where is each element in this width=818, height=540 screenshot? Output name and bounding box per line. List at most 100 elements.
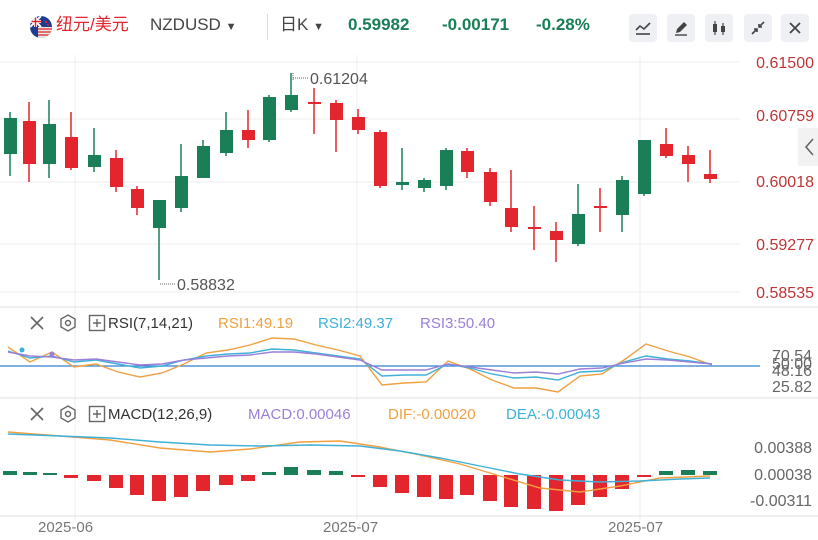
price-axis-label: 0.61500 xyxy=(756,55,814,72)
candle-body xyxy=(153,200,166,228)
macd-bar xyxy=(703,471,717,475)
rsi-line xyxy=(7,337,713,393)
plus-box-icon xyxy=(88,314,106,332)
candles xyxy=(4,73,717,280)
macd-bar xyxy=(43,473,57,475)
price-axis-label: 0.60759 xyxy=(756,108,814,125)
price-chart[interactable]: 0.61204 0.58832 0.61500 0.60759 0.60018 … xyxy=(0,0,818,540)
candle-body xyxy=(285,95,298,110)
low-price-label: 0.58832 xyxy=(177,277,235,294)
candle-body xyxy=(197,146,210,178)
macd-bar xyxy=(3,471,17,475)
candle-body xyxy=(616,180,629,215)
macd-bar xyxy=(219,475,233,485)
candle-body xyxy=(330,103,343,120)
price-axis-label: 0.59277 xyxy=(756,237,814,254)
macd-bar xyxy=(87,475,101,481)
dif-value: DIF:-0.00020 xyxy=(388,406,476,423)
macd-axis: 0.00388 0.00038 -0.00311 xyxy=(750,440,812,510)
rsi-axis-label: 48.16 xyxy=(772,363,812,380)
date-label: 2025-07 xyxy=(608,519,663,536)
candle-body xyxy=(23,121,36,164)
candle-body xyxy=(131,189,144,208)
macd-bar xyxy=(152,475,166,501)
indicator-settings-button[interactable] xyxy=(59,314,77,337)
candle-body xyxy=(43,124,56,164)
price-axis-label: 0.58535 xyxy=(756,285,814,302)
price-axis-label: 0.60018 xyxy=(756,174,814,191)
macd-bar xyxy=(307,470,321,475)
candle-body xyxy=(418,180,431,188)
macd-bar xyxy=(373,475,387,487)
macd-bar xyxy=(23,472,37,475)
candle-body xyxy=(396,182,409,185)
close-icon xyxy=(30,316,44,330)
candle-body xyxy=(242,130,255,140)
rsi-axis: 70.54 50.00 48.16 25.82 xyxy=(772,348,812,396)
candle-body xyxy=(4,118,17,154)
macd-bar xyxy=(130,475,144,495)
macd-value: MACD:0.00046 xyxy=(248,406,351,423)
high-price-label: 0.61204 xyxy=(310,71,368,88)
candle-body xyxy=(220,130,233,153)
macd-bar xyxy=(284,467,298,475)
rsi-line xyxy=(7,348,713,381)
macd-axis-label: 0.00388 xyxy=(754,440,812,457)
candle-body xyxy=(505,208,518,227)
close-icon xyxy=(30,407,44,421)
date-label: 2025-06 xyxy=(38,519,93,536)
macd-bar xyxy=(241,475,255,481)
candle-body xyxy=(308,102,321,104)
candle-body xyxy=(660,144,673,156)
macd-bar xyxy=(174,475,188,497)
close-indicator-button[interactable] xyxy=(28,405,46,428)
macd-bar xyxy=(460,475,474,495)
date-label: 2025-07 xyxy=(323,519,378,536)
macd-bar xyxy=(417,475,431,497)
candle-body xyxy=(550,231,563,240)
candle-body xyxy=(374,132,387,186)
high-annotation: 0.61204 xyxy=(292,71,368,88)
candle-body xyxy=(528,227,541,229)
settings-icon xyxy=(60,405,76,423)
candle-body xyxy=(352,117,365,130)
macd-axis-label: -0.00311 xyxy=(750,493,812,510)
candle-body xyxy=(461,151,474,172)
macd-bar xyxy=(681,470,695,475)
add-indicator-button[interactable] xyxy=(88,314,106,337)
candle-body xyxy=(594,206,607,208)
candle-body xyxy=(88,155,101,167)
macd-bar xyxy=(109,475,123,488)
macd-bar xyxy=(439,475,453,499)
candle-body xyxy=(572,214,585,244)
macd-bar xyxy=(571,475,585,505)
close-indicator-button[interactable] xyxy=(28,314,46,335)
macd-bar xyxy=(483,475,497,501)
candle-body xyxy=(65,137,78,168)
candle-body xyxy=(263,97,276,140)
macd-bar xyxy=(262,472,276,475)
side-panel-toggle[interactable] xyxy=(798,128,818,166)
macd-legend: MACD(12,26,9) MACD:0.00046 DIF:-0.00020 … xyxy=(28,404,648,428)
macd-histogram xyxy=(3,467,717,511)
date-axis: 2025-06 2025-07 2025-07 xyxy=(38,519,663,536)
macd-bar xyxy=(637,475,651,477)
low-annotation: 0.58832 xyxy=(160,277,235,294)
macd-axis-label: 0.00038 xyxy=(754,467,812,484)
indicator-settings-button[interactable] xyxy=(59,405,77,428)
add-indicator-button[interactable] xyxy=(88,405,106,428)
macd-bar xyxy=(329,471,343,475)
settings-icon xyxy=(60,314,76,332)
price-axis: 0.61500 0.60759 0.60018 0.59277 0.58535 xyxy=(756,55,814,302)
candle-body xyxy=(110,158,123,187)
candle-body xyxy=(440,150,453,186)
macd-bar xyxy=(527,475,541,509)
rsi-legend: RSI(7,14,21) RSI1:49.19 RSI2:49.37 RSI3:… xyxy=(28,313,628,337)
rsi-marker xyxy=(49,351,55,357)
dea-value: DEA:-0.00043 xyxy=(506,406,601,423)
rsi-title: RSI(7,14,21) xyxy=(108,315,194,332)
candle-body xyxy=(682,155,695,164)
macd-bar xyxy=(64,475,78,478)
rsi-marker xyxy=(19,347,25,353)
macd-bar xyxy=(593,475,607,497)
